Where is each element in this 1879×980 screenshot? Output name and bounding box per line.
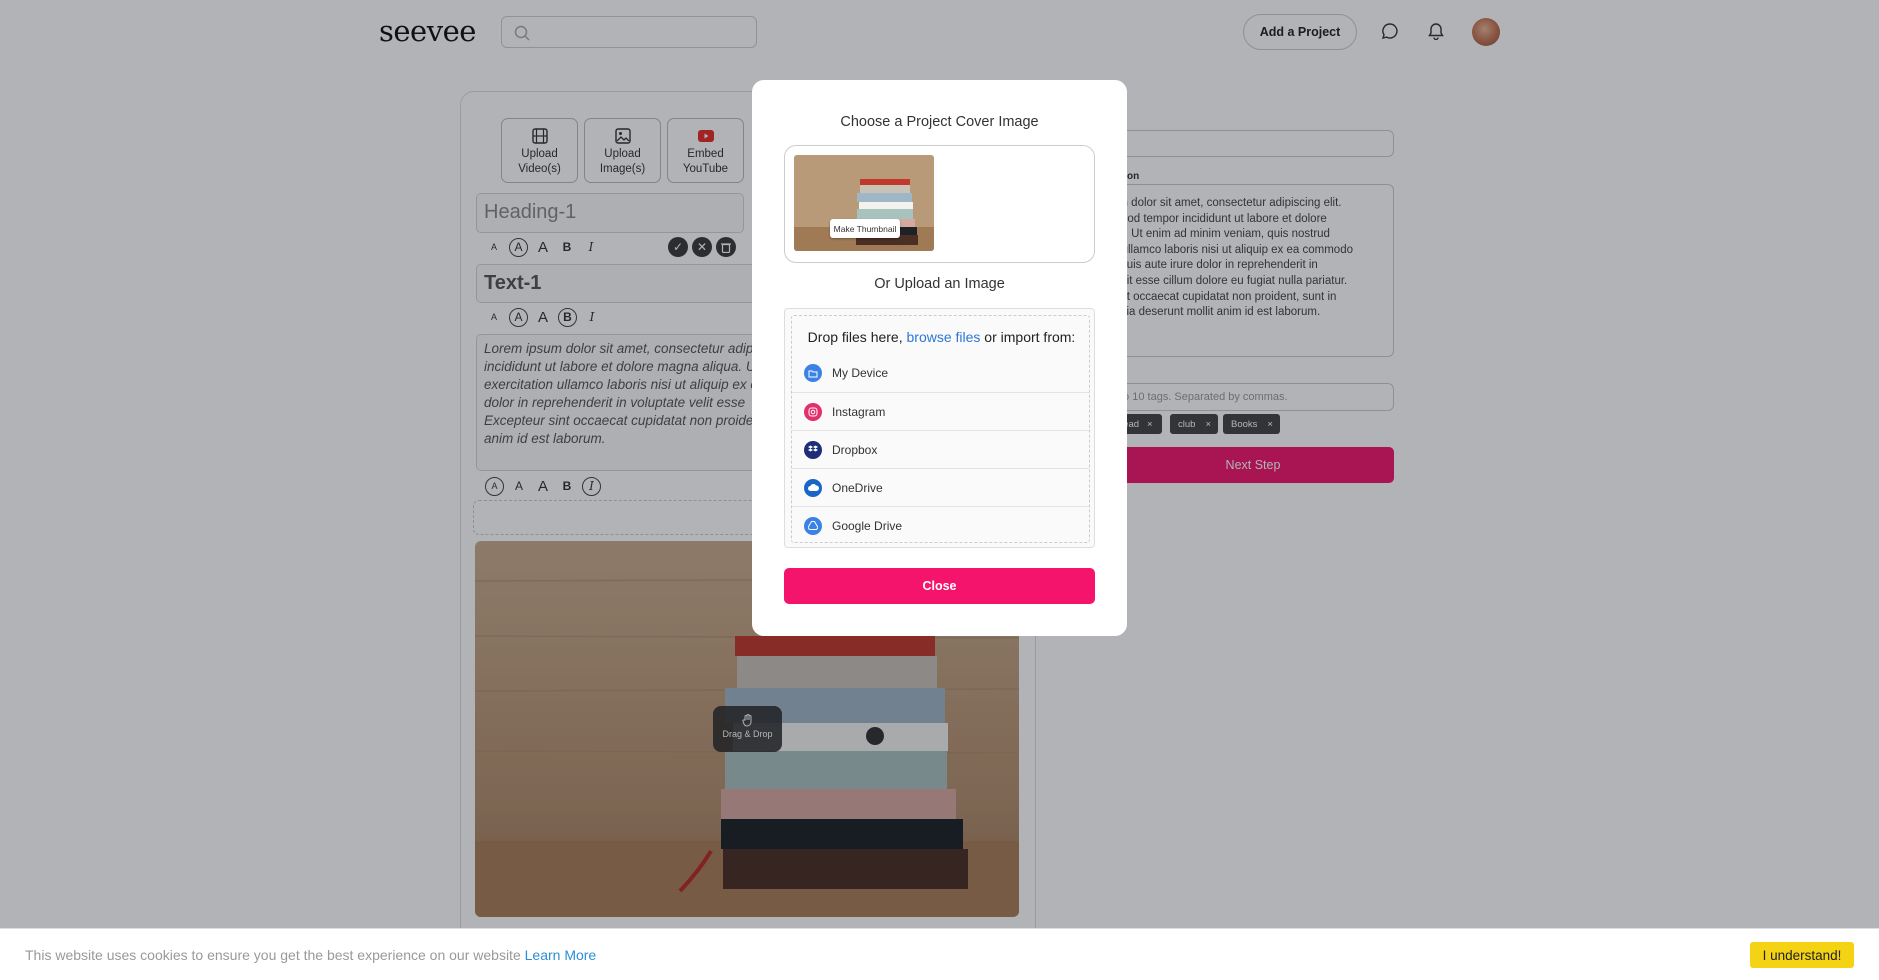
browse-files-link[interactable]: browse files — [907, 329, 981, 345]
cover-image-modal: Choose a Project Cover Image Make Thumbn… — [752, 80, 1127, 636]
learn-more-link[interactable]: Learn More — [525, 947, 597, 963]
source-instagram[interactable]: Instagram — [792, 392, 1089, 430]
source-label: Instagram — [832, 404, 886, 419]
drop-instructions: Drop files here, browse files or import … — [792, 329, 1089, 345]
file-drop-inner: Drop files here, browse files or import … — [791, 315, 1090, 543]
source-onedrive[interactable]: OneDrive — [792, 468, 1089, 506]
accept-cookies-button[interactable]: I understand! — [1750, 942, 1854, 968]
make-thumbnail-button[interactable]: Make Thumbnail — [830, 219, 900, 238]
cloud-icon — [804, 478, 822, 497]
cookie-text: This website uses cookies to ensure you … — [25, 947, 525, 963]
instagram-icon — [804, 402, 822, 421]
close-button[interactable]: Close — [784, 568, 1095, 604]
cookie-banner: This website uses cookies to ensure you … — [0, 928, 1879, 980]
source-my-device[interactable]: My Device — [792, 354, 1089, 392]
drop-prefix: Drop files here, — [807, 329, 907, 345]
cookie-message: This website uses cookies to ensure you … — [25, 947, 596, 963]
source-dropbox[interactable]: Dropbox — [792, 430, 1089, 468]
file-drop-area[interactable]: Drop files here, browse files or import … — [784, 308, 1095, 548]
google-drive-icon — [804, 516, 822, 535]
upload-heading: Or Upload an Image — [874, 276, 1005, 292]
source-google-drive[interactable]: Google Drive — [792, 506, 1089, 542]
source-label: Dropbox — [832, 442, 878, 457]
modal-title: Choose a Project Cover Image — [840, 114, 1039, 130]
dropbox-icon — [804, 440, 822, 459]
folder-icon — [804, 364, 822, 382]
drop-suffix: or import from: — [980, 329, 1076, 345]
source-label: My Device — [832, 366, 889, 380]
thumbnail-option[interactable]: Make Thumbnail — [794, 155, 934, 251]
source-label: Google Drive — [832, 518, 903, 533]
thumbnail-picker: Make Thumbnail — [784, 145, 1095, 263]
source-label: OneDrive — [832, 480, 883, 495]
